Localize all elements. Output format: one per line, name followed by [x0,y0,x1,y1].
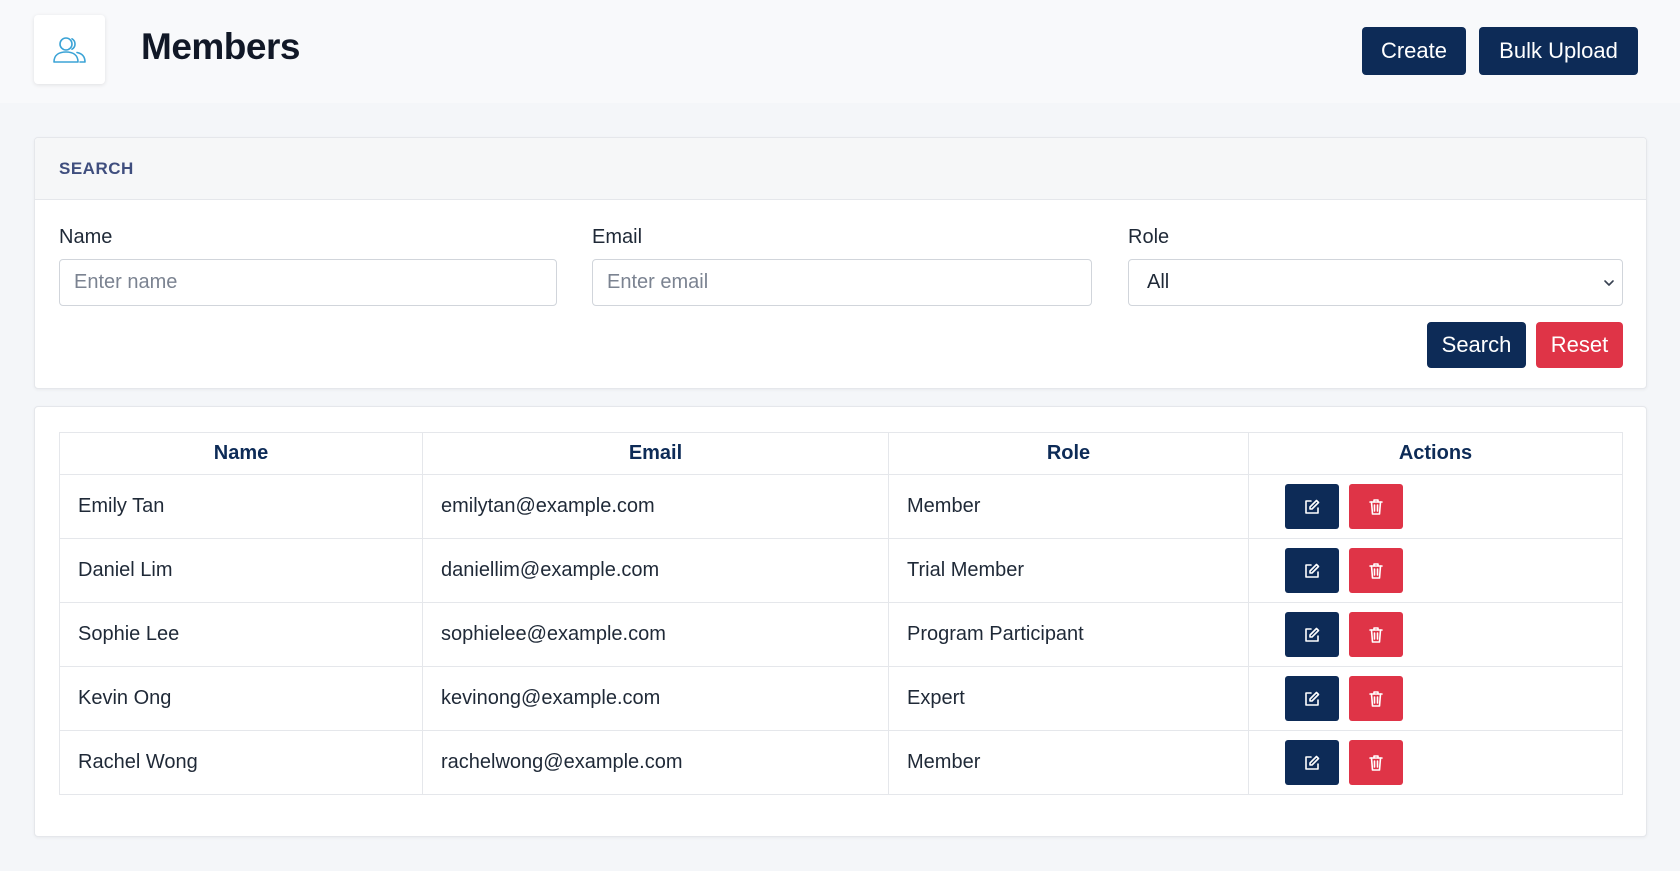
edit-icon [1305,627,1320,642]
table-row: Kevin Ong kevinong@example.com Expert [59,666,1623,731]
edit-member-button[interactable] [1285,612,1339,657]
member-email-cell: sophielee@example.com [422,602,889,667]
trash-icon [1369,498,1383,515]
logo-badge [34,15,105,84]
delete-member-button[interactable] [1349,484,1403,529]
edit-icon [1305,499,1320,514]
delete-member-button[interactable] [1349,548,1403,593]
member-role-cell: Trial Member [888,538,1249,603]
member-actions-cell [1248,730,1623,795]
member-email-cell: kevinong@example.com [422,666,889,731]
member-name-cell: Rachel Wong [59,730,423,795]
search-button[interactable]: Search [1427,322,1526,368]
member-name-cell: Emily Tan [59,474,423,539]
table-header-row: Name Email Role Actions [59,432,1623,475]
member-actions-cell [1248,538,1623,603]
search-section-title: SEARCH [59,158,134,178]
trash-icon [1369,562,1383,579]
search-panel: SEARCH Name Email Role All Search Reset [34,137,1647,389]
column-header-name: Name [59,432,423,475]
column-header-email: Email [422,432,889,475]
table-row: Emily Tan emilytan@example.com Member [59,474,1623,539]
member-email-cell: rachelwong@example.com [422,730,889,795]
trash-icon [1369,626,1383,643]
page-title: Members [141,26,300,67]
delete-member-button[interactable] [1349,676,1403,721]
trash-icon [1369,690,1383,707]
chevron-down-icon [1604,280,1614,286]
member-name-cell: Sophie Lee [59,602,423,667]
member-email-cell: daniellim@example.com [422,538,889,603]
delete-member-button[interactable] [1349,740,1403,785]
member-role-cell: Member [888,474,1249,539]
email-input[interactable] [592,259,1092,306]
member-actions-cell [1248,666,1623,731]
create-button[interactable]: Create [1362,27,1466,75]
role-label: Role [1128,226,1170,248]
table-row: Rachel Wong rachelwong@example.com Member [59,730,1623,795]
table-row: Sophie Lee sophielee@example.com Program P… [59,602,1623,667]
top-bar: Members Create Bulk Upload [0,0,1680,103]
trash-icon [1369,754,1383,771]
member-actions-cell [1248,602,1623,667]
table-row: Daniel Lim daniellim@example.com Trial Mem… [59,538,1623,603]
members-table-panel: Name Email Role Actions Emily Tan emilyta… [34,406,1647,837]
role-select-value: All [1147,271,1170,293]
members-table: Name Email Role Actions Emily Tan emilyta… [59,432,1623,795]
name-label: Name [59,226,113,248]
name-input[interactable] [59,259,557,306]
edit-icon [1305,691,1320,706]
edit-member-button[interactable] [1285,740,1339,785]
edit-member-button[interactable] [1285,676,1339,721]
edit-member-button[interactable] [1285,548,1339,593]
reset-button[interactable]: Reset [1536,322,1623,368]
role-select[interactable]: All [1128,259,1623,306]
member-name-cell: Daniel Lim [59,538,423,603]
edit-member-button[interactable] [1285,484,1339,529]
member-actions-cell [1248,474,1623,539]
search-panel-header: SEARCH [35,138,1646,200]
bulk-upload-button[interactable]: Bulk Upload [1479,27,1638,75]
delete-member-button[interactable] [1349,612,1403,657]
member-name-cell: Kevin Ong [59,666,423,731]
member-role-cell: Member [888,730,1249,795]
email-label: Email [592,226,643,248]
member-role-cell: Program Participant [888,602,1249,667]
users-icon [52,36,86,63]
member-role-cell: Expert [888,666,1249,731]
member-email-cell: emilytan@example.com [422,474,889,539]
edit-icon [1305,755,1320,770]
column-header-actions: Actions [1248,432,1623,475]
column-header-role: Role [888,432,1249,475]
edit-icon [1305,563,1320,578]
